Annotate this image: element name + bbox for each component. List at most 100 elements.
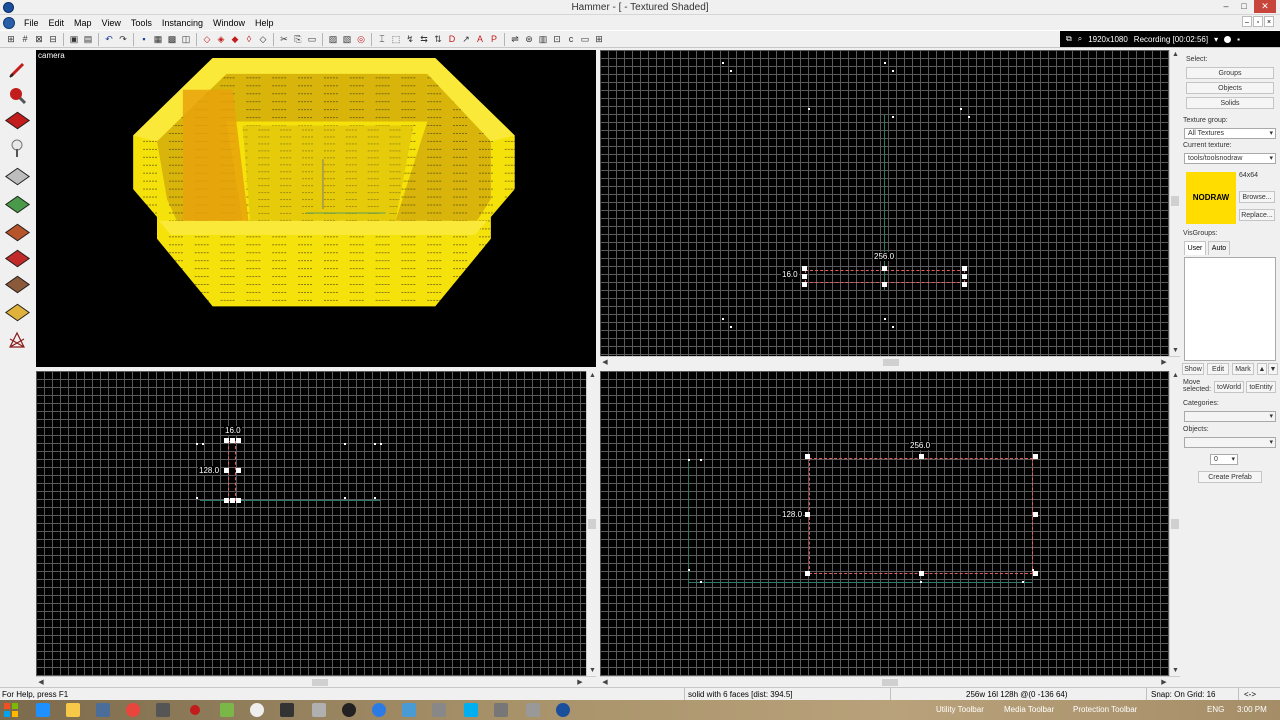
horizontal-scrollbar[interactable]: ◀ ▶	[36, 676, 596, 687]
resize-handle[interactable]	[236, 468, 241, 473]
carve-icon[interactable]: ▦	[153, 34, 164, 45]
decal-icon[interactable]: D	[447, 34, 458, 45]
path-tool-icon[interactable]	[5, 329, 29, 351]
selection-tool-icon[interactable]	[5, 59, 29, 81]
app-icon[interactable]	[342, 703, 356, 717]
hatch-icon[interactable]: ▨	[328, 34, 339, 45]
scroll-up-icon[interactable]: ▲	[587, 371, 596, 381]
undo-icon[interactable]: ↶	[104, 34, 115, 45]
scroll-left-icon[interactable]: ◀	[600, 677, 610, 687]
selection-box[interactable]	[809, 458, 1033, 574]
folder-icon[interactable]	[66, 703, 80, 717]
app-icon[interactable]	[402, 703, 416, 717]
objects-select[interactable]	[1184, 437, 1276, 448]
language-indicator[interactable]: ENG	[1207, 705, 1224, 714]
resize-handle[interactable]	[1033, 454, 1038, 459]
replace-button[interactable]: Replace...	[1239, 209, 1275, 221]
scroll-right-icon[interactable]: ▶	[1159, 357, 1169, 367]
group-icon[interactable]: ▩	[167, 34, 178, 45]
resize-handle[interactable]	[802, 282, 807, 287]
paste-icon[interactable]: ▭	[307, 34, 318, 45]
cube-outline-icon[interactable]: ◈	[216, 34, 227, 45]
doc-restore-button[interactable]: ▫	[1253, 16, 1263, 27]
cordon-icon[interactable]: ⇆	[419, 34, 430, 45]
dropdown-icon[interactable]: ▾	[1214, 35, 1218, 44]
cube-shaded-icon[interactable]: ◊	[244, 34, 255, 45]
scroll-thumb[interactable]	[312, 679, 328, 686]
system-clock[interactable]: 3:00 PM	[1237, 705, 1267, 714]
scroll-down-icon[interactable]: ▼	[1170, 666, 1180, 676]
minimize-button[interactable]: –	[1218, 0, 1234, 13]
app-icon[interactable]	[250, 703, 264, 717]
prefab-stepper[interactable]: 0	[1210, 454, 1238, 465]
scroll-thumb[interactable]	[1171, 519, 1179, 529]
scroll-up-icon[interactable]: ▲	[1170, 50, 1180, 60]
visgroup-mark-button[interactable]: Mark	[1232, 363, 1254, 375]
resize-handle[interactable]	[230, 438, 235, 443]
resize-handle[interactable]	[236, 498, 241, 503]
scroll-left-icon[interactable]: ◀	[36, 677, 46, 687]
cut-icon[interactable]: ✂	[279, 34, 290, 45]
screen-icon[interactable]: ⧉	[1066, 34, 1072, 44]
browse-button[interactable]: Browse...	[1239, 191, 1275, 203]
vertex-tool-icon[interactable]	[4, 301, 30, 323]
categories-select[interactable]	[1184, 411, 1276, 422]
tab-auto[interactable]: Auto	[1208, 241, 1230, 255]
scroll-up-icon[interactable]: ▲	[1170, 371, 1180, 381]
texture-group-select[interactable]: All Textures	[1184, 128, 1276, 139]
scroll-thumb[interactable]	[882, 679, 898, 686]
tool-arrow-icon[interactable]: ↗	[461, 34, 472, 45]
chrome-icon[interactable]	[126, 703, 140, 717]
app-icon[interactable]	[432, 703, 446, 717]
select-icon[interactable]: ⬚	[391, 34, 402, 45]
document-icon[interactable]	[3, 16, 15, 29]
check-problems-icon[interactable]: ⊛	[524, 34, 535, 45]
visgroup-show-button[interactable]: Show	[1182, 363, 1204, 375]
hatch-alt-icon[interactable]: ▧	[342, 34, 353, 45]
grid-toggle-icon[interactable]: ⊞	[6, 34, 17, 45]
app-icon[interactable]	[372, 703, 386, 717]
media-toolbar-label[interactable]: Media Toolbar	[1004, 705, 1054, 714]
scroll-right-icon[interactable]: ▶	[1159, 677, 1169, 687]
resize-handle[interactable]	[882, 282, 887, 287]
steam-icon[interactable]	[156, 703, 170, 717]
resize-handle[interactable]	[919, 571, 924, 576]
menu-help[interactable]: Help	[250, 18, 279, 28]
decal-tool-icon[interactable]	[4, 247, 30, 269]
doc-minimize-button[interactable]: –	[1242, 16, 1252, 27]
bounds-icon[interactable]: ⌶	[377, 34, 388, 45]
texture-tool-icon[interactable]	[4, 193, 30, 215]
select-objects-button[interactable]: Objects	[1186, 82, 1274, 94]
app-icon[interactable]	[494, 703, 508, 717]
resize-handle[interactable]	[1033, 512, 1038, 517]
resize-handle[interactable]	[805, 454, 810, 459]
scroll-down-icon[interactable]: ▼	[587, 666, 596, 676]
grid-3d-icon[interactable]: ⊟	[48, 34, 59, 45]
cube-wire-icon[interactable]: ◆	[230, 34, 241, 45]
resize-handle[interactable]	[962, 274, 967, 279]
entity-tool-icon[interactable]	[5, 137, 29, 159]
vertical-scrollbar[interactable]: ▲ ▼	[1169, 50, 1180, 356]
scroll-left-icon[interactable]: ◀	[600, 357, 610, 367]
app-icon[interactable]	[280, 703, 294, 717]
explorer-icon[interactable]	[96, 703, 110, 717]
record-icon[interactable]	[1224, 35, 1232, 43]
resize-handle[interactable]	[882, 266, 887, 271]
resize-handle[interactable]	[802, 274, 807, 279]
magnify-tool-icon[interactable]	[5, 84, 29, 106]
options-icon[interactable]: ⊞	[594, 34, 605, 45]
overlay-icon[interactable]: A	[475, 34, 486, 45]
selection-box[interactable]	[228, 441, 236, 501]
viewport-front[interactable]: 16.0 128.0 ▲ ▼ ◀ ▶	[36, 371, 596, 687]
to-world-button[interactable]: toWorld	[1214, 381, 1244, 393]
scroll-thumb[interactable]	[883, 359, 899, 366]
block-tool-icon[interactable]	[4, 165, 30, 187]
save-icon[interactable]: ▪	[139, 34, 150, 45]
scroll-thumb[interactable]	[1171, 196, 1179, 206]
scroll-down-icon[interactable]: ▼	[1170, 346, 1180, 356]
tab-user[interactable]: User	[1184, 241, 1206, 255]
camera-tool-icon[interactable]	[4, 109, 30, 131]
vertical-scrollbar[interactable]: ▲ ▼	[586, 371, 596, 676]
select-solids-button[interactable]: Solids	[1186, 97, 1274, 109]
horizontal-scrollbar[interactable]: ◀ ▶	[600, 356, 1180, 367]
